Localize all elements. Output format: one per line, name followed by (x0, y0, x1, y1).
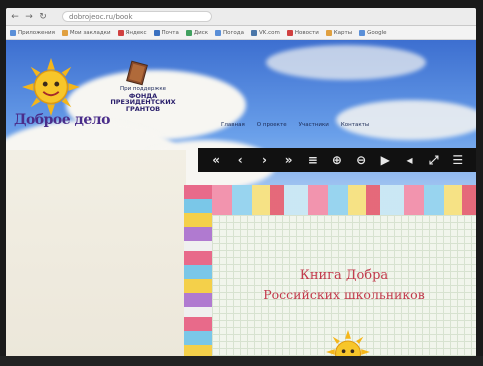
bookmark-favicon-icon (250, 29, 257, 36)
play-icon[interactable]: ▶ (377, 153, 393, 167)
book-reader-toolbar: « ‹ › » ≡ ⊕ ⊖ ▶ ◂ ⤢ ☰ (198, 148, 476, 172)
bookmark-item[interactable]: Диск (185, 29, 209, 36)
zoom-in-icon[interactable]: ⊕ (329, 153, 345, 167)
back-icon[interactable]: ← (10, 12, 20, 22)
bookmark-label: VK.com (258, 29, 280, 36)
menu-item-about[interactable]: О проекте (257, 122, 287, 128)
bookmark-favicon-icon (117, 29, 124, 36)
monitor-screen: ← → ↻ dobrojeoc.ru/book Приложения Мои за… (6, 8, 476, 360)
bookmark-label: Приложения (18, 29, 55, 36)
site-menu: Главная О проекте Участники Контакты (221, 122, 369, 128)
menu-item-participants[interactable]: Участники (299, 122, 329, 128)
bookmark-item[interactable]: Почта (153, 29, 179, 36)
bookmark-item[interactable]: Мои закладки (61, 29, 111, 36)
sun-logo-icon[interactable] (22, 58, 80, 116)
bookmark-label: Почта (161, 29, 179, 36)
bookmark-item[interactable]: VK.com (250, 29, 280, 36)
first-page-icon[interactable]: « (208, 153, 224, 167)
bookmark-favicon-icon (286, 29, 293, 36)
bookmark-item[interactable]: Новости (286, 29, 319, 36)
fullscreen-icon[interactable]: ⤢ (426, 153, 442, 167)
monitor-bezel (0, 356, 483, 366)
sound-icon[interactable]: ◂ (401, 153, 417, 167)
bookmark-item[interactable]: Приложения (10, 29, 55, 36)
bookmark-label: Погода (223, 29, 244, 36)
bookmark-label: Мои закладки (69, 29, 111, 36)
forward-icon[interactable]: → (24, 12, 34, 22)
presidential-grants-fund-label: При поддержке ФОНДА ПРЕЗИДЕНТСКИХ ГРАНТО… (110, 86, 176, 113)
menu-item-home[interactable]: Главная (221, 122, 245, 128)
bookmark-favicon-icon (325, 29, 332, 36)
bookmark-favicon-icon (185, 29, 192, 36)
bookmark-favicon-icon (359, 29, 366, 36)
thumbnails-icon[interactable]: ≡ (305, 153, 321, 167)
book-title-line1: Книга Добра (299, 268, 389, 283)
prev-page-icon[interactable]: ‹ (232, 153, 248, 167)
page-left-area (6, 150, 186, 360)
bookmark-favicon-icon (153, 29, 160, 36)
bookmark-favicon-icon (10, 29, 16, 36)
bookmarks-bar: Приложения Мои закладки Яндекс Почта Диск Пог… (6, 26, 476, 40)
bookmark-label: Диск (193, 29, 209, 36)
menu-item-contacts[interactable]: Контакты (341, 122, 369, 128)
bookmark-label: Яндекс (125, 29, 147, 36)
reload-icon[interactable]: ↻ (38, 12, 48, 22)
bookmark-label: Google (367, 29, 387, 36)
bookmark-item[interactable]: Погода (215, 29, 244, 36)
zoom-out-icon[interactable]: ⊖ (353, 153, 369, 167)
book-title-line2: Российских школьников (263, 287, 425, 302)
bookmark-item[interactable]: Google (359, 29, 387, 36)
bookmark-item[interactable]: Карты (325, 29, 353, 36)
bookmark-favicon-icon (61, 29, 68, 36)
cloud (336, 100, 476, 140)
next-page-icon[interactable]: › (256, 153, 272, 167)
book-spine-illustration (184, 185, 212, 360)
browser-toolbar: ← → ↻ dobrojeoc.ru/book (6, 8, 476, 26)
bookmark-favicon-icon (215, 29, 222, 36)
menu-icon[interactable]: ☰ (450, 153, 466, 167)
site-logo-text[interactable]: Доброе дело (14, 112, 110, 128)
last-page-icon[interactable]: » (281, 153, 297, 167)
bookmark-item[interactable]: Яндекс (117, 29, 147, 36)
bookmark-label: Новости (294, 29, 319, 36)
address-bar[interactable]: dobrojeoc.ru/book (62, 11, 212, 22)
web-page: Доброе дело При поддержке ФОНДА ПРЕЗИДЕН… (6, 40, 476, 360)
book-header-illustration (212, 185, 476, 215)
cloud (266, 45, 426, 80)
bookmark-label: Карты (333, 29, 353, 36)
